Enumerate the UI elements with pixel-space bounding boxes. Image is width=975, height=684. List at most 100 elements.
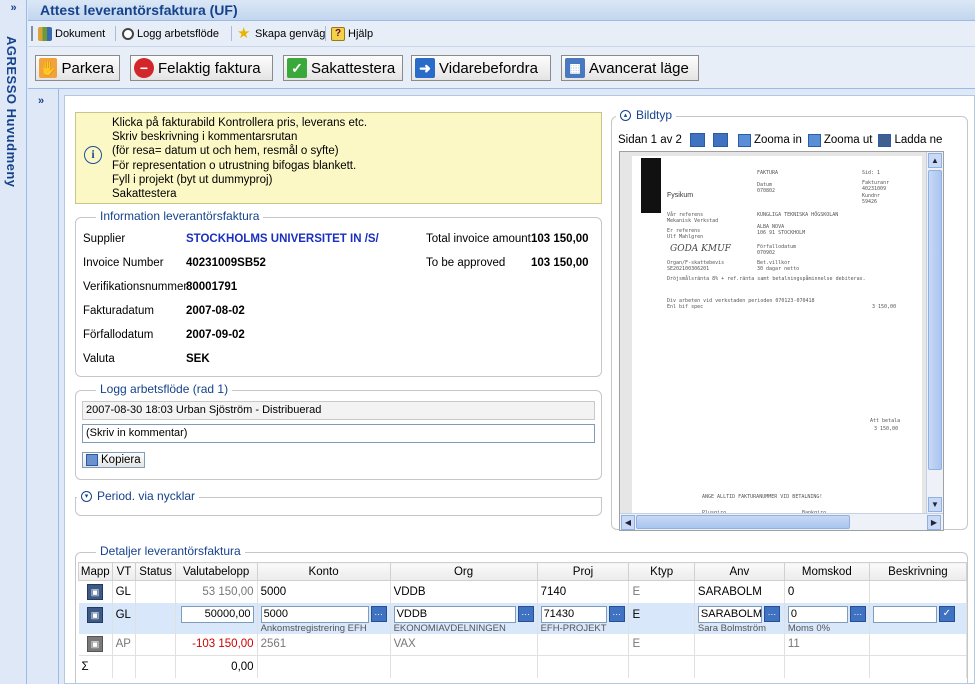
column-header[interactable]: Ktyp <box>628 562 695 581</box>
chevron-up-icon[interactable]: ▴ <box>620 109 631 121</box>
image-vertical-scrollbar[interactable]: ▲ ▼ <box>926 152 943 514</box>
copy-button[interactable]: Kopiera <box>82 452 145 468</box>
attachment-icon[interactable]: ▣ <box>87 606 104 623</box>
scroll-down-icon[interactable]: ▼ <box>928 497 942 512</box>
save-icon[interactable] <box>878 133 892 147</box>
due-date-value: 2007-09-02 <box>186 329 245 341</box>
comment-input[interactable]: (Skriv in kommentar) <box>82 424 595 443</box>
download-button[interactable]: Ladda ne <box>894 134 942 146</box>
zoom-in-button[interactable]: Zooma in <box>754 134 802 146</box>
help-label: Hjälp <box>348 28 374 40</box>
scroll-left-icon[interactable]: ◀ <box>621 515 635 530</box>
search-icon <box>122 28 134 40</box>
vat-code-lookup-button[interactable]: … <box>849 606 866 622</box>
due-date-label: Förfallodatum <box>83 329 154 341</box>
university-seal <box>641 158 661 213</box>
currency-value: SEK <box>186 353 210 365</box>
forward-button[interactable]: ➜ Vidarebefordra <box>411 55 551 81</box>
sum-row: Σ 0,00 <box>78 655 968 678</box>
documents-label: Dokument <box>55 28 106 40</box>
column-header[interactable]: Proj <box>536 562 630 581</box>
main-menu-sidebar[interactable]: » AGRESSO Huvudmeny <box>0 0 27 684</box>
create-shortcut-label: Skapa genväg <box>255 28 326 40</box>
org-cell: VDDB <box>390 580 538 603</box>
zoom-in-icon[interactable] <box>737 133 751 147</box>
amount-cell: 53 150,00 <box>175 580 258 603</box>
invoice-number-value: 40231009SB52 <box>186 257 266 269</box>
invoice-scan-image: Fysikum FAKTURA Sid: 1 Datum Fakturanr 0… <box>632 156 922 530</box>
zoom-out-button[interactable]: Zooma ut <box>824 134 873 146</box>
user-input[interactable]: SARABOLM <box>697 605 762 623</box>
copy-label: Kopiera <box>101 454 141 466</box>
attachment-icon[interactable]: ▣ <box>87 583 104 600</box>
expand-panel-icon[interactable]: » <box>38 95 44 107</box>
scrollbar-thumb[interactable] <box>636 515 850 529</box>
column-header[interactable]: Mapp <box>78 562 113 581</box>
column-header[interactable]: Anv <box>693 562 785 581</box>
column-header[interactable]: Status <box>135 562 176 581</box>
secondary-toolbar: Dokument Logg arbetsflöde ★ Skapa genväg… <box>28 21 975 47</box>
description-input[interactable] <box>872 605 937 623</box>
account-input[interactable]: 5000 <box>260 605 369 623</box>
attachment-icon[interactable]: ▣ <box>87 636 104 653</box>
previous-page-icon[interactable] <box>689 133 705 147</box>
workflow-log-section: Logg arbetsflöde (rad 1) 2007-08-30 18:0… <box>75 382 602 480</box>
create-shortcut-button[interactable]: ★ Skapa genväg <box>237 25 325 43</box>
project-input[interactable]: 71430 <box>540 605 607 623</box>
next-page-icon[interactable] <box>712 133 728 147</box>
approve-button[interactable]: ✓ Sakattestera <box>283 55 403 81</box>
description-cell <box>869 580 968 603</box>
workflow-log-button[interactable]: Logg arbetsflöde <box>122 25 219 43</box>
instruction-line: Fyll i projekt (byt ut dummyproj) <box>112 173 273 186</box>
column-header[interactable]: Momskod <box>783 562 870 581</box>
instructions-box: i Klicka på fakturabild Kontrollera pris… <box>75 112 602 204</box>
expand-menu-icon[interactable]: » <box>0 2 27 14</box>
ktyp-cell: E <box>628 580 695 603</box>
org-lookup-button[interactable]: … <box>517 606 534 622</box>
image-horizontal-scrollbar[interactable]: ◀ ▶ <box>620 513 943 530</box>
column-header[interactable]: Valutabelopp <box>174 562 258 581</box>
column-header[interactable]: Konto <box>256 562 391 581</box>
scroll-up-icon[interactable]: ▲ <box>928 153 942 168</box>
column-header[interactable]: Beskrivning <box>868 562 968 581</box>
table-row[interactable]: ▣ AP -103 150,00 2561 VAX E 11 <box>78 633 968 656</box>
amount-cell: -103 150,00 <box>175 633 258 656</box>
zoom-out-icon[interactable] <box>807 133 821 147</box>
arrow-right-icon: ➜ <box>415 58 435 78</box>
incorrect-invoice-button[interactable]: − Felaktig faktura <box>130 55 273 81</box>
scrollbar-thumb[interactable] <box>928 170 942 470</box>
advanced-mode-button[interactable]: ▦ Avancerat läge <box>561 55 699 81</box>
user-lookup-button[interactable]: … <box>763 606 780 622</box>
main-menu-label[interactable]: AGRESSO Huvudmeny <box>4 36 19 188</box>
table-row-selected[interactable]: ▣ GL 50000,00 5000… Ankomstregistrering … <box>78 602 968 634</box>
project-cell <box>537 633 630 656</box>
documents-icon <box>38 27 52 41</box>
org-input[interactable]: VDDB <box>393 605 516 623</box>
image-type-label: Bildtyp <box>636 108 673 122</box>
vat-code-input[interactable]: 0 <box>787 605 848 623</box>
scroll-right-icon[interactable]: ▶ <box>927 515 941 530</box>
toolbar-separator <box>231 26 232 41</box>
invoice-info-section: Information leverantörsfaktura Supplier … <box>75 209 602 377</box>
user-cell: SARABOLM <box>694 580 785 603</box>
approve-label: Sakattestera <box>311 59 396 77</box>
image-toolbar: Sidan 1 av 2 Zooma in Zooma ut Ladda ne <box>618 131 951 149</box>
table-row[interactable]: ▣ GL 53 150,00 5000 VDDB 7140 E SARABOLM… <box>78 580 968 603</box>
vt-cell: GL <box>112 580 137 603</box>
vat-code-cell: 0 <box>784 580 870 603</box>
invoice-number-label: Invoice Number <box>83 257 164 269</box>
help-button[interactable]: ? Hjälp <box>331 25 373 43</box>
column-header[interactable]: VT <box>111 562 137 581</box>
project-lookup-button[interactable]: … <box>608 606 625 622</box>
image-type-legend[interactable]: ▴ Bildtyp <box>616 108 677 122</box>
column-header[interactable]: Org <box>389 562 538 581</box>
vt-cell: GL <box>112 602 137 634</box>
confirm-row-icon[interactable]: ✓ <box>938 606 955 622</box>
documents-button[interactable]: Dokument <box>38 25 105 43</box>
amount-input[interactable]: 50000,00 <box>180 605 254 623</box>
invoice-image-viewer[interactable]: Fysikum FAKTURA Sid: 1 Datum Fakturanr 0… <box>619 151 944 531</box>
info-icon: i <box>84 146 102 164</box>
park-button[interactable]: ✋ Parkera <box>35 55 120 81</box>
account-lookup-button[interactable]: … <box>370 606 387 622</box>
supplier-link[interactable]: STOCKHOLMS UNIVERSITET IN /S/ <box>186 233 379 245</box>
